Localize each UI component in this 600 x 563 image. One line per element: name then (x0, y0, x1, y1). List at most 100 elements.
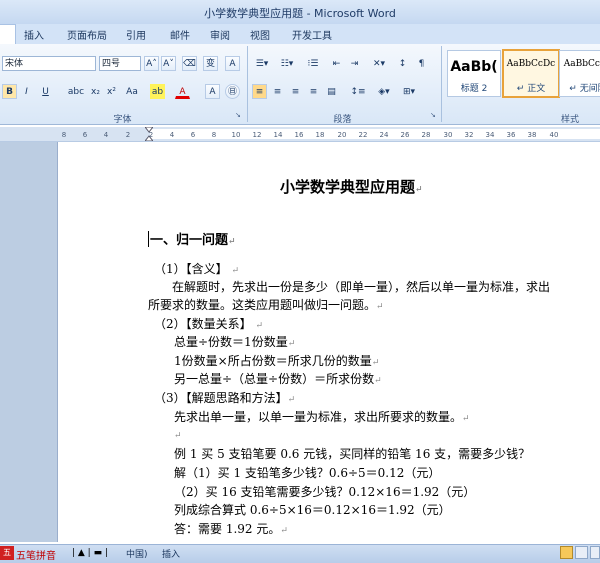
ruler-tick-label: 10 (231, 131, 241, 139)
shrink-font-icon[interactable]: A˅ (161, 56, 176, 71)
numbering-icon[interactable]: ☷▾ (277, 56, 297, 71)
doc-line: 所要求的数量。这类应用题叫做归一问题。↵ (148, 298, 384, 312)
italic-icon[interactable]: I (19, 84, 34, 99)
chinese-layout-icon[interactable]: ✕▾ (368, 56, 390, 71)
language-status[interactable]: 中国) (126, 547, 148, 560)
heading-1: 一、归一问题↵ (150, 233, 236, 248)
ruler-tick-label: 12 (252, 131, 262, 139)
justify-icon[interactable]: ≡ (306, 84, 321, 99)
ruler-tick-label: 8 (61, 131, 67, 139)
style-normal[interactable]: AaBbCcDc ↵ 正文 (502, 49, 560, 98)
ime-name[interactable]: 五笔拼音 (16, 547, 56, 562)
borders-icon[interactable]: ⊞▾ (399, 84, 419, 99)
ruler-tick-label: 32 (464, 131, 474, 139)
web-layout-view-icon[interactable] (590, 546, 600, 559)
document-page[interactable] (57, 142, 600, 542)
underline-icon[interactable]: U (38, 84, 53, 99)
ruler-tick-label: 36 (506, 131, 516, 139)
align-left-icon[interactable]: ≡ (252, 84, 267, 99)
print-layout-view-icon[interactable] (560, 546, 573, 559)
tab-mailings[interactable]: 邮件 (170, 27, 190, 42)
style-sample: AaBb( (450, 59, 498, 75)
doc-line: 另一总量÷（总量÷份数）＝所求份数↵ (174, 372, 382, 386)
ruler-tick-label: 6 (190, 131, 196, 139)
ruler-tick-label: 4 (169, 131, 175, 139)
bullets-icon[interactable]: ☰▾ (252, 56, 272, 71)
change-case-icon[interactable]: Aa (122, 84, 142, 99)
doc-line: 先求出单一量，以单一量为标准，求出所要求的数量。↵ (174, 410, 470, 424)
style-heading2[interactable]: AaBb( 标题 2 (447, 50, 501, 97)
sort-icon[interactable]: ↕ (395, 56, 410, 71)
style-sample: AaBbCcDc (563, 59, 600, 69)
ruler-tick-label: 30 (443, 131, 453, 139)
strikethrough-icon[interactable]: abc (66, 84, 86, 99)
divider (441, 46, 442, 122)
font-name-combo[interactable]: 宋体 (2, 56, 96, 71)
align-right-icon[interactable]: ≡ (288, 84, 303, 99)
highlight-icon[interactable]: ab (150, 84, 165, 99)
ruler-tick-label: 6 (82, 131, 88, 139)
doc-line: （2）【数量关系】 ↵ (154, 317, 264, 331)
phonetic-guide-icon[interactable]: 变 (203, 56, 218, 71)
clear-format-icon[interactable]: ⌫ (182, 56, 197, 71)
doc-line: （3）【解题思路和方法】↵ (154, 391, 296, 405)
doc-line: 例 1 买 5 支铅笔要 0.6 元钱，买同样的铅笔 16 支，需要多少钱？ (174, 447, 531, 461)
ruler-tick-label: 26 (400, 131, 410, 139)
style-sample: AaBbCcDc (506, 59, 556, 69)
grow-font-icon[interactable]: A˄ (144, 56, 159, 71)
ime-logo-icon[interactable]: 五 (0, 546, 14, 560)
tab-view[interactable]: 视图 (250, 27, 270, 42)
doc-line: 总量÷份数＝1份数量↵ (174, 335, 296, 349)
ime-toolbar-icon[interactable]: | ▲ | ▬ | (72, 546, 120, 560)
char-border-icon[interactable]: A (225, 56, 240, 71)
ruler-tick-label: 2 (125, 131, 131, 139)
tab-references[interactable]: 引用 (126, 27, 146, 42)
decrease-indent-icon[interactable]: ⇤ (329, 56, 344, 71)
font-color-icon[interactable]: A (175, 84, 190, 99)
doc-line: （1）【含义】 ↵ (154, 262, 240, 276)
window-title: 小学数学典型应用题 - Microsoft Word (204, 7, 396, 20)
style-name: ↵ 无间隔 (569, 84, 600, 94)
line-spacing-icon[interactable]: ↕≡ (348, 84, 368, 99)
ruler-tick-label: 28 (421, 131, 431, 139)
subscript-icon[interactable]: x₂ (88, 84, 103, 99)
insert-mode-status[interactable]: 插入 (162, 547, 180, 560)
distribute-icon[interactable]: ▤ (324, 84, 339, 99)
increase-indent-icon[interactable]: ⇥ (347, 56, 362, 71)
paragraph-group-label: 段落 (333, 115, 352, 125)
char-shading-icon[interactable]: A (205, 84, 220, 99)
tab-developer[interactable]: 开发工具 (292, 27, 332, 42)
doc-line: 1份数量×所占份数＝所求几份的数量↵ (174, 354, 380, 368)
ruler-tick-label: 14 (273, 131, 283, 139)
tab-insert[interactable]: 插入 (24, 27, 44, 42)
ruler-tick-label: 38 (527, 131, 537, 139)
superscript-icon[interactable]: x² (104, 84, 119, 99)
enclose-char-icon[interactable]: ㊐ (225, 84, 240, 99)
tab-home[interactable] (0, 24, 16, 45)
font-size-combo[interactable]: 四号 (99, 56, 141, 71)
full-screen-view-icon[interactable] (575, 546, 588, 559)
tab-review[interactable]: 审阅 (210, 27, 230, 42)
style-name: 标题 2 (460, 84, 488, 94)
ruler-tick-label: 34 (485, 131, 495, 139)
style-no-spacing[interactable]: AaBbCcDc ↵ 无间隔 (559, 50, 600, 97)
multilevel-list-icon[interactable]: ⁝☰ (302, 56, 324, 71)
font-dialog-launcher-icon[interactable]: ↘ (235, 111, 241, 119)
bold-icon[interactable]: B (2, 84, 17, 99)
align-center-icon[interactable]: ≡ (270, 84, 285, 99)
paragraph-dialog-launcher-icon[interactable]: ↘ (430, 111, 436, 119)
doc-line: 答：需要 1.92 元。↵ (174, 522, 288, 536)
ruler-tick-label: 2 (148, 131, 154, 139)
text-cursor (148, 231, 149, 247)
doc-title: 小学数学典型应用题↵ (280, 178, 423, 196)
title-bar: 小学数学典型应用题 - Microsoft Word (0, 0, 600, 25)
ruler-tick-label: 24 (379, 131, 389, 139)
ruler-tick-label: 22 (358, 131, 368, 139)
shading-icon[interactable]: ◈▾ (374, 84, 394, 99)
show-marks-icon[interactable]: ¶ (414, 56, 429, 71)
style-name: ↵ 正文 (516, 84, 546, 94)
doc-line: 解（1）买 1 支铅笔多少钱？0.6÷5＝0.12（元） (174, 466, 441, 480)
font-group-label: 字体 (113, 115, 132, 125)
ruler-tick-label: 16 (294, 131, 304, 139)
tab-page-layout[interactable]: 页面布局 (67, 27, 107, 42)
